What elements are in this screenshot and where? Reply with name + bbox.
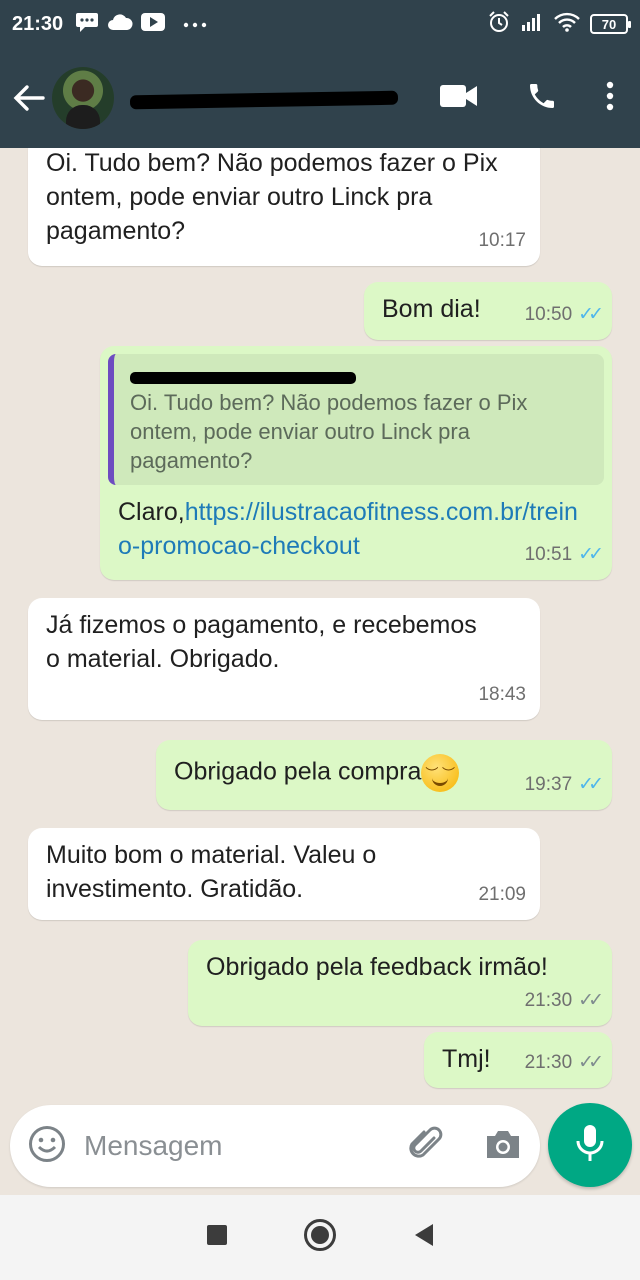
attach-icon[interactable] [406,1124,446,1169]
message-link[interactable]: https://ilustracaofitness.com.br/treino-… [118,498,578,560]
message-time: 18:43 [478,684,526,705]
video-call-icon[interactable] [440,83,478,114]
message-time: 21:30 [524,990,573,1011]
message-text: Já fizemos o pagamento, e recebemos o ma… [46,611,477,673]
more-dots-icon [183,15,207,33]
quoted-message[interactable]: Oi. Tudo bem? Não podemos fazer o Pix on… [108,354,604,485]
status-time: 21:30 [12,12,64,35]
back-triangle-icon[interactable] [413,1223,435,1252]
smiling-face-emoji [421,754,460,792]
mic-button[interactable] [548,1103,632,1187]
message-text: Obrigado pela feedback irmão! [206,953,548,981]
message-time: 21:30 [524,1052,573,1073]
message-outgoing[interactable]: Obrigado pela compra 19:37✓✓ [156,740,612,810]
cloud-icon [107,13,133,36]
battery-level: 70 [601,16,617,32]
read-receipt-icon: ✓✓ [578,544,604,565]
delivered-receipt-icon: ✓✓ [578,1052,604,1073]
wifi-icon [554,12,580,37]
message-input[interactable]: Mensagem [84,1130,223,1162]
message-outgoing[interactable]: Tmj! 21:30 ✓✓ [424,1032,612,1088]
read-receipt-icon: ✓✓ [578,774,604,795]
back-arrow-icon[interactable] [10,79,48,117]
signal-icon [520,13,544,36]
delivered-receipt-icon: ✓✓ [578,990,604,1011]
message-text: Obrigado pela compra [174,757,422,786]
message-compose-bar[interactable]: Mensagem [10,1105,540,1187]
message-outgoing[interactable]: Bom dia! 10:50 ✓✓ [364,282,612,340]
recents-square-icon[interactable] [206,1224,228,1251]
chat-header [0,48,640,148]
status-system-icons: 70 [488,10,631,38]
quoted-sender-redacted [130,366,588,388]
more-vert-icon[interactable] [606,81,614,116]
camera-icon[interactable] [484,1128,522,1165]
youtube-icon [141,12,166,36]
chat-messages[interactable]: Oi. Tudo bem? Não podemos fazer o Pix on… [0,148,640,1100]
alarm-icon [488,10,510,38]
message-text: Muito bom o material. Valeu o investimen… [46,841,377,903]
home-circle-icon[interactable] [303,1218,337,1257]
message-time: 10:17 [478,230,526,251]
message-time: 10:51 [524,544,573,565]
message-time: 21:09 [478,884,526,905]
message-time: 10:50 [524,304,573,325]
phone-icon[interactable] [526,80,558,117]
avatar[interactable] [52,67,114,129]
battery-icon: 70 [590,14,631,34]
system-nav-bar [0,1195,640,1280]
message-text: Claro, [118,498,185,526]
contact-name-redacted[interactable] [129,87,400,110]
chat-icon [75,12,99,37]
message-incoming[interactable]: Oi. Tudo bem? Não podemos fazer o Pix on… [28,148,540,266]
status-notification-icons [75,12,207,37]
message-text: Oi. Tudo bem? Não podemos fazer o Pix on… [46,149,498,245]
message-outgoing[interactable]: Obrigado pela feedback irmão! 21:30 ✓✓ [188,940,612,1026]
read-receipt-icon: ✓✓ [578,304,604,325]
message-incoming[interactable]: Já fizemos o pagamento, e recebemos o ma… [28,598,540,720]
message-incoming[interactable]: Muito bom o material. Valeu o investimen… [28,828,540,920]
message-outgoing-reply[interactable]: Oi. Tudo bem? Não podemos fazer o Pix on… [100,346,612,580]
status-bar: 21:30 70 [0,0,640,48]
emoji-icon[interactable] [28,1125,66,1168]
message-time: 19:37 [524,774,573,795]
mic-icon [575,1123,605,1168]
quoted-text: Oi. Tudo bem? Não podemos fazer o Pix on… [130,390,528,473]
